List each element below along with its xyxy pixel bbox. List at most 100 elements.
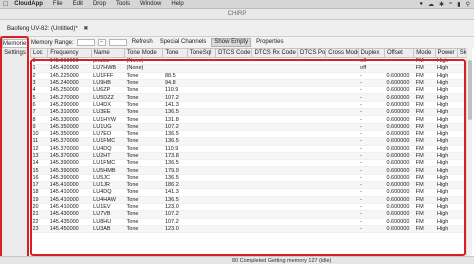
table-cell[interactable]: - <box>358 123 385 131</box>
table-cell[interactable] <box>297 218 326 226</box>
table-cell[interactable]: 145.390000 <box>47 159 92 168</box>
special-channels-button[interactable]: Special Channels <box>158 38 209 47</box>
table-cell[interactable]: 21 <box>30 210 48 219</box>
table-cell[interactable] <box>251 57 298 66</box>
table-cell[interactable]: - <box>358 196 385 204</box>
table-cell[interactable]: High <box>435 145 458 153</box>
table-cell[interactable]: 0.600000 <box>384 101 414 110</box>
table-cell[interactable]: 9 <box>30 123 48 131</box>
table-cell[interactable]: Tone <box>124 72 163 80</box>
table-cell[interactable] <box>187 57 216 66</box>
table-cell[interactable]: 88.5 <box>162 72 188 80</box>
table-cell[interactable] <box>325 79 359 88</box>
table-cell[interactable]: LU7VB <box>91 210 125 219</box>
column-header[interactable]: Name <box>90 48 126 58</box>
table-row[interactable]: 22 145.435000 LU8HU Tone 107.2 -0.600000 FM Hig… <box>30 218 470 226</box>
table-row[interactable]: 12 145.370000 LU4DQ Tone 110.9 -0.600000 FM Hig… <box>30 145 470 153</box>
table-cell[interactable]: 0.600000 <box>384 123 414 131</box>
table-cell[interactable]: LU5DZZ <box>91 93 125 102</box>
table-cell[interactable] <box>325 57 359 66</box>
table-cell[interactable] <box>215 79 252 88</box>
table-cell[interactable] <box>251 86 298 95</box>
table-cell[interactable] <box>251 210 298 219</box>
table-cell[interactable]: 107.2 <box>162 218 188 226</box>
table-cell[interactable] <box>187 79 216 88</box>
table-cell[interactable]: High <box>435 203 458 212</box>
table-cell[interactable] <box>325 64 359 73</box>
table-cell[interactable]: Tone <box>124 203 163 212</box>
table-cell[interactable]: LU3EE <box>91 108 125 117</box>
table-cell[interactable]: LU1HYW <box>91 115 125 124</box>
table-cell[interactable]: High <box>435 181 458 190</box>
table-cell[interactable]: Tone <box>124 181 163 190</box>
table-cell[interactable] <box>251 218 298 226</box>
table-cell[interactable]: 179.9 <box>162 166 188 175</box>
table-cell[interactable]: 145.350000 <box>47 123 92 131</box>
table-cell[interactable] <box>325 115 359 124</box>
table-cell[interactable]: 3 <box>30 79 48 88</box>
table-cell[interactable]: 136.5 <box>162 196 188 204</box>
table-cell[interactable]: Tone <box>124 115 163 124</box>
table-cell[interactable] <box>297 130 326 139</box>
table-cell[interactable]: 110.9 <box>162 145 188 153</box>
table-cell[interactable] <box>325 196 359 204</box>
table-cell[interactable]: Tone <box>124 166 163 175</box>
close-tab-icon[interactable]: ✖ <box>83 26 88 32</box>
table-row[interactable]: 6 145.290000 LU4DX Tone 141.3 -0.600000 FM High <box>30 101 470 110</box>
record-icon[interactable]: ● <box>419 1 423 8</box>
column-header[interactable]: ToneSql <box>186 48 217 58</box>
range-start-input[interactable] <box>76 39 95 46</box>
table-cell[interactable]: - <box>358 166 385 175</box>
table-cell[interactable] <box>187 64 216 73</box>
table-cell[interactable]: LU1JR <box>91 181 125 190</box>
table-cell[interactable]: - <box>358 203 385 212</box>
table-cell[interactable]: 145.430000 <box>47 210 92 219</box>
table-cell[interactable] <box>251 123 298 131</box>
table-cell[interactable] <box>187 203 216 212</box>
table-cell[interactable]: 145.410000 <box>47 188 92 197</box>
show-empty-button[interactable]: Show Empty <box>211 38 252 47</box>
table-cell[interactable] <box>215 72 252 80</box>
table-row[interactable]: 3 145.240000 LU9HB Tone 94.8 -0.600000 FM High <box>30 79 470 88</box>
table-cell[interactable]: 4 <box>30 86 48 95</box>
table-cell[interactable]: FM <box>413 115 436 124</box>
table-cell[interactable]: LU1FFF <box>91 72 125 80</box>
table-cell[interactable] <box>251 115 298 124</box>
menu-edit[interactable]: Edit <box>73 1 83 7</box>
table-cell[interactable] <box>251 225 298 234</box>
table-row[interactable]: 11 145.370000 LU1FMC Tone 136.5 -0.600000 FM Hi… <box>30 137 470 146</box>
table-cell[interactable]: FM <box>413 123 436 131</box>
table-cell[interactable] <box>187 159 216 168</box>
table-cell[interactable]: 0.600000 <box>384 108 414 117</box>
table-cell[interactable]: 145.290000 <box>47 101 92 110</box>
table-cell[interactable]: 0.600000 <box>384 210 414 219</box>
table-cell[interactable]: LU7HWB <box>91 64 125 73</box>
table-cell[interactable]: 0.600000 <box>384 79 414 88</box>
table-cell[interactable]: 0.600000 <box>384 166 414 175</box>
menu-help[interactable]: Help <box>171 1 183 7</box>
table-cell[interactable]: 2 <box>30 72 48 80</box>
wifi-icon[interactable]: ≈ <box>449 1 452 8</box>
table-cell[interactable]: 136.5 <box>162 174 188 183</box>
scrollbar-thumb[interactable] <box>468 60 472 120</box>
table-cell[interactable] <box>297 159 326 168</box>
table-cell[interactable] <box>187 174 216 183</box>
table-cell[interactable]: Tone <box>124 79 163 88</box>
table-cell[interactable] <box>325 145 359 153</box>
table-cell[interactable]: 145.250000 <box>47 86 92 95</box>
table-cell[interactable]: High <box>435 108 458 117</box>
table-cell[interactable]: 145.410000 <box>47 203 92 212</box>
table-cell[interactable]: 107.2 <box>162 123 188 131</box>
table-cell[interactable] <box>297 174 326 183</box>
table-cell[interactable] <box>384 57 414 66</box>
table-cell[interactable]: - <box>358 152 385 161</box>
table-cell[interactable]: Tone <box>124 218 163 226</box>
table-cell[interactable]: 14 <box>30 159 48 168</box>
table-cell[interactable]: Tone <box>124 145 163 153</box>
table-cell[interactable] <box>297 203 326 212</box>
column-header[interactable]: Mode <box>413 48 436 58</box>
table-cell[interactable]: LU6ZP <box>91 86 125 95</box>
table-cell[interactable] <box>325 225 359 234</box>
table-cell[interactable]: FM <box>413 101 436 110</box>
table-cell[interactable]: 145.370000 <box>47 145 92 153</box>
